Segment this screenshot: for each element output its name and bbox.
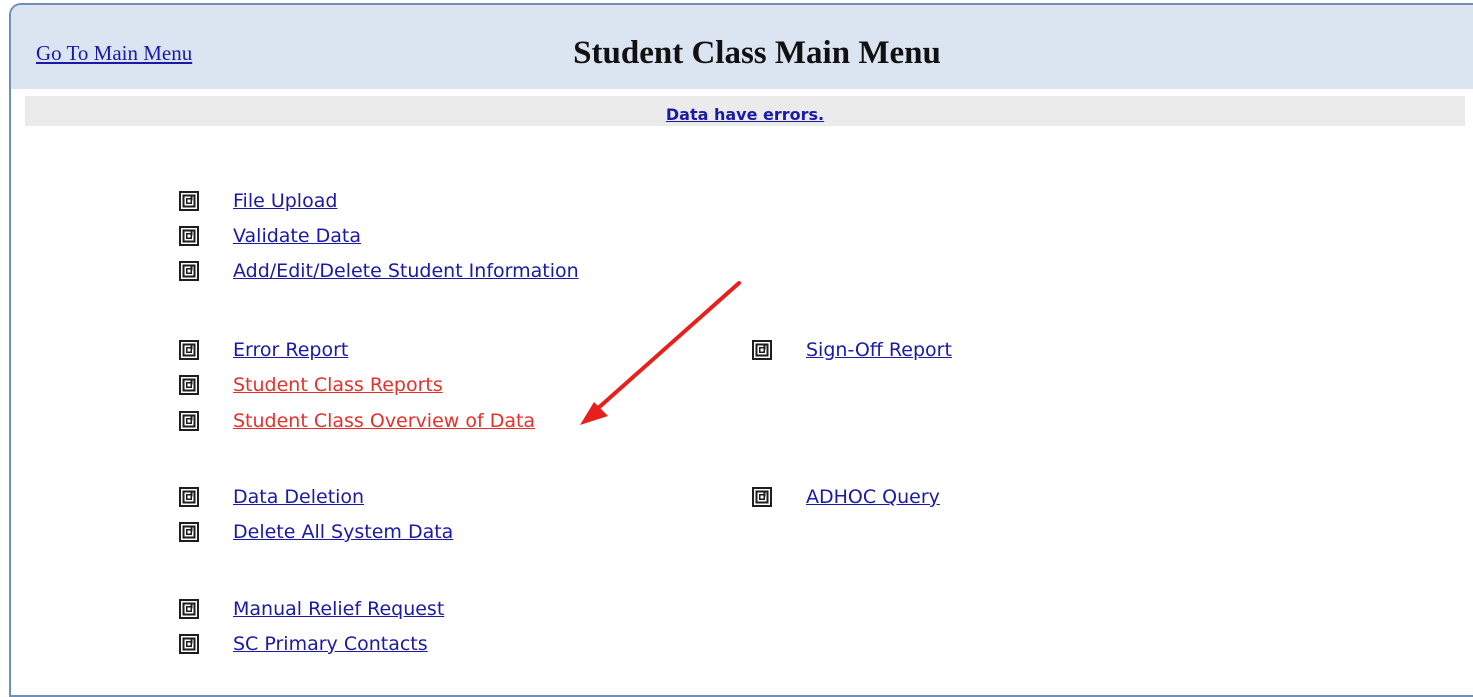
menu-item-file-upload[interactable]: File Upload [179,188,337,214]
menu-item-adhoc-query[interactable]: ADHOC Query [752,484,940,510]
data-deletion-link[interactable]: Data Deletion [233,486,364,508]
error-report-link[interactable]: Error Report [233,339,348,361]
sign-off-report-link[interactable]: Sign-Off Report [806,339,952,361]
square-spiral-icon [179,340,199,360]
menu-item-error-report[interactable]: Error Report [179,337,348,363]
menu-item-manual-relief-request[interactable]: Manual Relief Request [179,596,444,622]
menu-item-sign-off-report[interactable]: Sign-Off Report [752,337,952,363]
header-bar: Go To Main Menu Student Class Main Menu [11,5,1473,89]
menu-item-student-class-overview[interactable]: Student Class Overview of Data [179,408,535,434]
menu-item-validate-data[interactable]: Validate Data [179,223,361,249]
square-spiral-icon [179,599,199,619]
adhoc-query-link[interactable]: ADHOC Query [806,486,940,508]
square-spiral-icon [179,522,199,542]
square-spiral-icon [179,226,199,246]
square-spiral-icon [752,487,772,507]
data-errors-link[interactable]: Data have errors. [666,105,824,124]
delete-all-system-data-link[interactable]: Delete All System Data [233,521,453,543]
square-spiral-icon [179,411,199,431]
validate-data-link[interactable]: Validate Data [233,225,361,247]
square-spiral-icon [179,487,199,507]
square-spiral-icon [752,340,772,360]
square-spiral-icon [179,191,199,211]
page-title: Student Class Main Menu [573,35,941,71]
menu-item-student-class-reports[interactable]: Student Class Reports [179,372,443,398]
file-upload-link[interactable]: File Upload [233,190,337,212]
student-class-reports-link[interactable]: Student Class Reports [233,374,443,396]
menu-item-sc-primary-contacts[interactable]: SC Primary Contacts [179,631,428,657]
add-edit-delete-student-link[interactable]: Add/Edit/Delete Student Information [233,260,579,282]
menu-item-data-deletion[interactable]: Data Deletion [179,484,364,510]
square-spiral-icon [179,261,199,281]
square-spiral-icon [179,375,199,395]
menu-item-add-edit-delete[interactable]: Add/Edit/Delete Student Information [179,258,579,284]
student-class-overview-link[interactable]: Student Class Overview of Data [233,410,535,432]
square-spiral-icon [179,634,199,654]
sc-primary-contacts-link[interactable]: SC Primary Contacts [233,633,428,655]
status-bar: Data have errors. [25,96,1465,126]
manual-relief-request-link[interactable]: Manual Relief Request [233,598,444,620]
menu-item-delete-all-system-data[interactable]: Delete All System Data [179,519,453,545]
